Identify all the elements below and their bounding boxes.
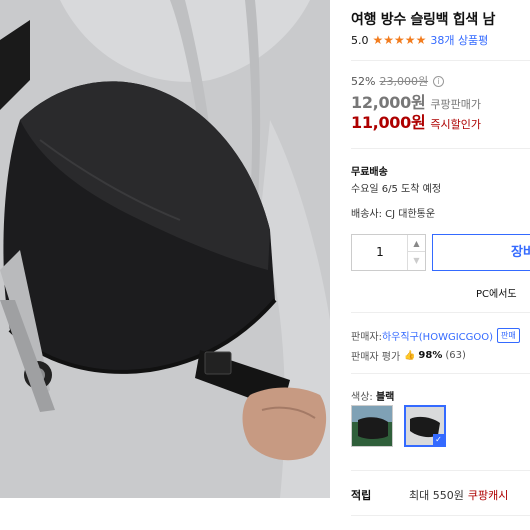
instant-price: 11,000원 [351, 113, 426, 132]
seller-row: 판매자: 하우직구(HOWGICGOO) 판매 [351, 328, 520, 343]
divider [351, 515, 530, 516]
quantity-input[interactable]: 1 [352, 235, 408, 270]
rating-summary: 5.0 ★ ★ ★ ★ ★ 38개 상품평 [351, 32, 488, 48]
discount-rate: 52% [351, 74, 376, 88]
divider [351, 60, 530, 61]
seller-eval-label: 판매자 평가 [351, 352, 401, 363]
instant-price-label: 즉시할인가 [430, 118, 481, 131]
product-title: 여행 방수 슬링백 힙색 남 [351, 12, 496, 28]
divider [351, 148, 530, 149]
divider [351, 312, 530, 313]
divider [351, 373, 530, 374]
shipping-carrier: 배송사: CJ 대한통운 [351, 209, 436, 220]
star-icon: ★ [383, 33, 395, 47]
info-icon[interactable]: i [433, 75, 445, 87]
pc-only-notice: PC에서도 [476, 289, 517, 300]
color-value: 블랙 [375, 392, 395, 403]
product-photo-illustration [0, 0, 330, 498]
quantity-stepper[interactable]: 1 ▲ ▼ [351, 234, 426, 271]
delivery-date: 수요일 6/5 도착 예정 [351, 184, 442, 195]
color-label: 색상: [351, 392, 376, 403]
star-icon: ★ [394, 33, 405, 47]
swatch-thumbnail [352, 406, 392, 446]
check-icon: ✓ [433, 434, 444, 445]
color-swatch-option[interactable] [351, 405, 393, 447]
quantity-buttons: ▲ ▼ [407, 235, 425, 270]
instant-price-row: 11,000원 즉시할인가 [351, 109, 481, 133]
points-max: 최대 550원 [409, 489, 464, 502]
chevron-down-icon[interactable]: ▼ [408, 252, 425, 269]
star-icon: ★ [404, 33, 416, 47]
add-to-cart-button[interactable]: 장바 [432, 234, 530, 271]
color-option-label: 색상: 블랙 [351, 388, 394, 403]
seller-name-link[interactable]: 하우직구(HOWGICGOO) [382, 328, 493, 343]
discount-row: 52% 23,000원 i [351, 73, 445, 89]
product-info-panel: 여행 방수 슬링백 힙색 남 5.0 ★ ★ ★ ★ ★ 38개 상품평 52%… [351, 0, 530, 530]
product-page: 여행 방수 슬링백 힙색 남 5.0 ★ ★ ★ ★ ★ 38개 상품평 52%… [0, 0, 530, 530]
points-brand: 쿠팡캐시 [467, 489, 509, 502]
chevron-up-icon[interactable]: ▲ [408, 235, 425, 252]
color-swatch-option-selected[interactable]: ✓ [404, 405, 446, 447]
points-label: 적립 [351, 489, 372, 502]
points-row: 적립 최대 550원 쿠팡캐시 [351, 487, 508, 503]
star-rating: ★ ★ ★ ★ ★ [373, 34, 427, 46]
seller-badge[interactable]: 판매 [497, 328, 520, 343]
thumbs-up-icon: 👍 [404, 350, 416, 361]
original-price: 23,000원 [379, 75, 429, 88]
seller-evaluation-row: 판매자 평가 👍 98% (63) [351, 348, 466, 363]
seller-eval-percent: 98% [418, 350, 443, 361]
star-icon: ★ [415, 33, 427, 47]
seller-eval-count: (63) [445, 350, 466, 361]
rating-score: 5.0 [351, 33, 369, 47]
seller-label: 판매자: [351, 332, 382, 343]
divider [351, 470, 530, 471]
free-shipping-label: 무료배송 [351, 167, 388, 178]
star-icon: ★ [372, 33, 384, 47]
review-count-link[interactable]: 38개 상품평 [430, 32, 488, 48]
product-main-image[interactable] [0, 0, 330, 498]
